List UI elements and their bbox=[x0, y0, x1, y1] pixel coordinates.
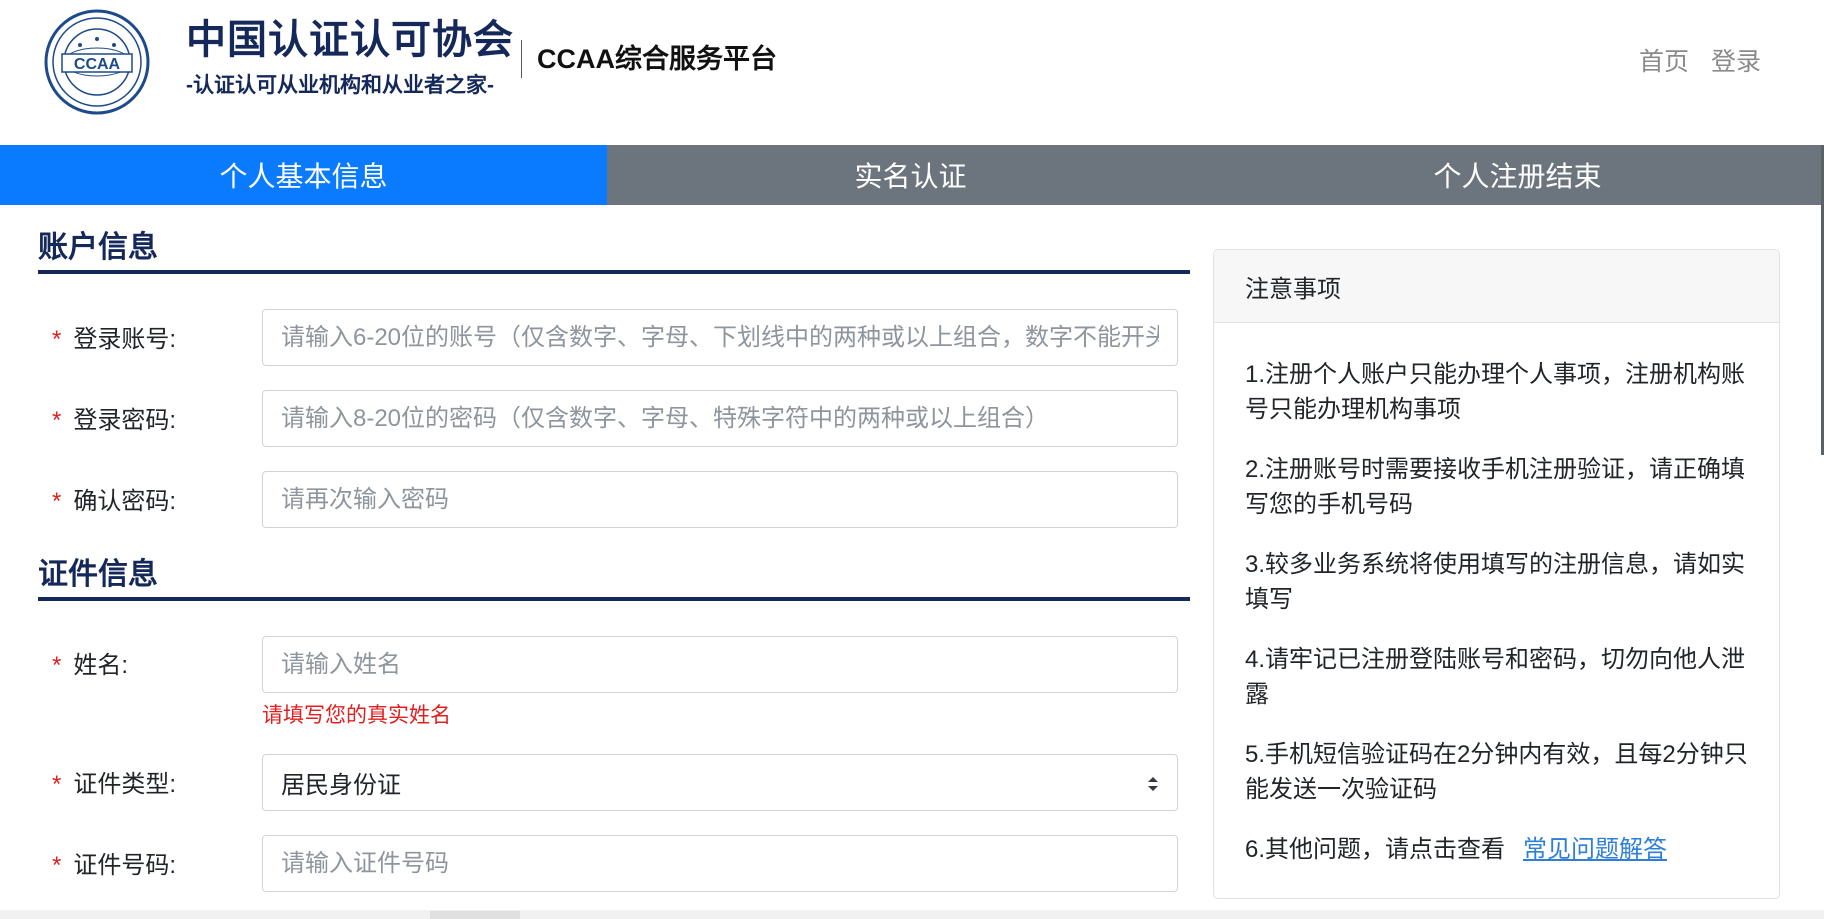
notice-item-faq: 6.其他问题，请点击查看 常见问题解答 bbox=[1245, 832, 1749, 867]
notice-item: 2.注册账号时需要接收手机注册验证，请正确填写您的手机号码 bbox=[1245, 456, 1746, 518]
nav-home-link[interactable]: 首页 bbox=[1639, 46, 1689, 78]
login-password-label: * 登录密码: bbox=[52, 407, 177, 434]
required-mark: * bbox=[52, 771, 62, 798]
id-section-title: 证件信息 bbox=[38, 558, 158, 591]
account-section-title: 账户信息 bbox=[38, 231, 158, 264]
notice-body: 1.注册个人账户只能办理个人事项，注册机构账号只能办理机构事项 2.注册账号时需… bbox=[1214, 323, 1779, 867]
name-field[interactable] bbox=[262, 636, 1178, 693]
login-password-input[interactable] bbox=[281, 404, 1159, 433]
platform-name: CCAA综合服务平台 bbox=[537, 44, 777, 74]
select-updown-icon bbox=[1148, 777, 1158, 791]
site-header: CCAA 中国认证认可协会 -认证认可从业机构和从业者之家- CCAA综合服务平… bbox=[0, 0, 1824, 145]
login-account-input[interactable] bbox=[281, 323, 1159, 352]
id-number-field[interactable] bbox=[262, 835, 1178, 892]
horizontal-scrollbar-thumb[interactable] bbox=[430, 911, 520, 919]
step-real-name: 实名认证 bbox=[854, 161, 967, 192]
id-section-divider bbox=[38, 597, 1190, 601]
confirm-password-label: * 确认密码: bbox=[52, 488, 177, 515]
notice-item: 1.注册个人账户只能办理个人事项，注册机构账号只能办理机构事项 bbox=[1245, 361, 1746, 423]
id-type-selected-value: 居民身份证 bbox=[281, 772, 401, 799]
notice-item: 5.手机短信验证码在2分钟内有效，且每2分钟只能发送一次验证码 bbox=[1245, 741, 1748, 803]
brand-divider bbox=[521, 40, 522, 78]
id-number-input[interactable] bbox=[281, 849, 1159, 878]
confirm-password-input[interactable] bbox=[281, 485, 1159, 514]
name-error-hint: 请填写您的真实姓名 bbox=[262, 704, 451, 727]
notice-item: 4.请牢记已注册登陆账号和密码，切勿向他人泄露 bbox=[1245, 646, 1746, 708]
org-name: 中国认证认可协会 bbox=[186, 18, 514, 62]
notice-item: 3.较多业务系统将使用填写的注册信息，请如实填写 bbox=[1245, 551, 1746, 613]
id-type-label: * 证件类型: bbox=[52, 771, 177, 798]
login-account-label: * 登录账号: bbox=[52, 326, 177, 353]
required-mark: * bbox=[52, 407, 62, 434]
horizontal-scrollbar[interactable] bbox=[0, 910, 1824, 919]
step-finish: 个人注册结束 bbox=[1433, 161, 1602, 192]
notice-title: 注意事项 bbox=[1214, 250, 1779, 323]
registration-steps: 个人基本信息 实名认证 个人注册结束 bbox=[0, 145, 1821, 205]
name-input[interactable] bbox=[281, 650, 1159, 679]
notice-card: 注意事项 1.注册个人账户只能办理个人事项，注册机构账号只能办理机构事项 2.注… bbox=[1213, 249, 1780, 899]
notice-faq-text: 6.其他问题，请点击查看 bbox=[1245, 836, 1506, 863]
org-slogan: -认证认可从业机构和从业者之家- bbox=[186, 74, 494, 97]
top-nav: 首页 登录 bbox=[1639, 46, 1761, 78]
id-type-select[interactable]: 居民身份证 bbox=[262, 754, 1178, 811]
required-mark: * bbox=[52, 326, 62, 353]
account-section-divider bbox=[38, 270, 1190, 274]
login-password-field[interactable] bbox=[262, 390, 1178, 447]
confirm-password-field[interactable] bbox=[262, 471, 1178, 528]
ccaa-logo: CCAA bbox=[44, 9, 150, 115]
name-label: * 姓名: bbox=[52, 652, 129, 679]
required-mark: * bbox=[52, 852, 62, 879]
step-basic-info: 个人基本信息 bbox=[0, 145, 607, 205]
logo-text: CCAA bbox=[74, 56, 121, 73]
required-mark: * bbox=[52, 652, 62, 679]
id-number-label: * 证件号码: bbox=[52, 852, 177, 879]
faq-link[interactable]: 常见问题解答 bbox=[1523, 836, 1667, 863]
required-mark: * bbox=[52, 488, 62, 515]
login-account-field[interactable] bbox=[262, 309, 1178, 366]
nav-login-link[interactable]: 登录 bbox=[1711, 46, 1761, 78]
